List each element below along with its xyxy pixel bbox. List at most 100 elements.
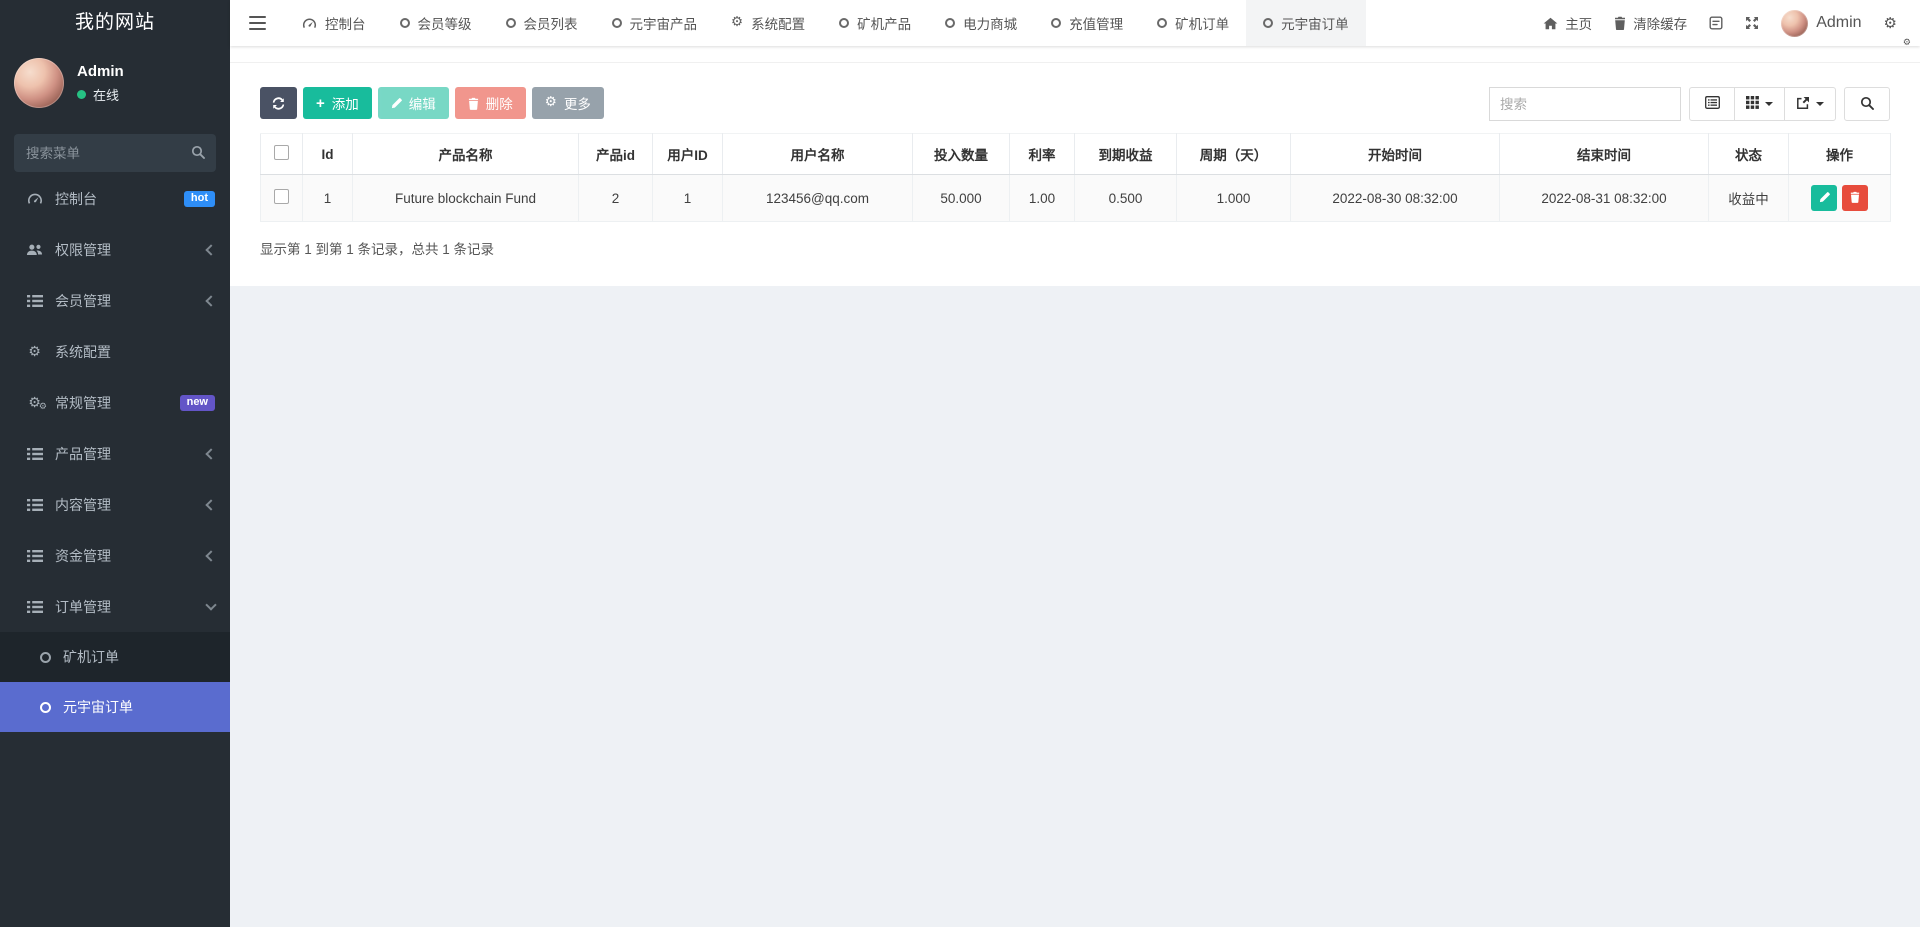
tab-power-mall[interactable]: 电力商城 <box>928 0 1034 46</box>
more-button[interactable]: ⚙ 更多 <box>532 87 604 119</box>
online-dot-icon <box>77 90 86 99</box>
table-search-input[interactable] <box>1489 87 1681 121</box>
row-actions <box>1795 185 1884 211</box>
user-status-label: 在线 <box>93 85 119 104</box>
records-summary: 显示第 1 到第 1 条记录，总共 1 条记录 <box>230 222 1920 286</box>
sidebar-item-miner-orders[interactable]: 矿机订单 <box>0 632 230 682</box>
row-delete-button[interactable] <box>1842 185 1868 211</box>
menu-search-input[interactable] <box>14 134 216 172</box>
col-profit[interactable]: 到期收益 <box>1075 134 1177 175</box>
tab-member-list[interactable]: 会员列表 <box>489 0 595 46</box>
avatar[interactable] <box>14 58 64 108</box>
col-amount[interactable]: 投入数量 <box>913 134 1010 175</box>
tab-metaverse-orders[interactable]: 元宇宙订单 <box>1246 0 1366 46</box>
table-toolbar: + 添加 编辑 删除 <box>230 63 1920 133</box>
sidebar: 我的网站 Admin 在线 控制台 hot <box>0 0 230 927</box>
search-icon <box>1860 96 1874 113</box>
gauge-icon <box>302 16 317 31</box>
caret-down-icon <box>1765 102 1773 106</box>
sidebar-item-label: 系统配置 <box>55 342 215 362</box>
sidebar-item-content[interactable]: 内容管理 <box>0 479 230 530</box>
tab-console[interactable]: 控制台 <box>285 0 383 46</box>
settings-button[interactable]: ⚙⚙ <box>1873 0 1908 46</box>
tab-miner-products[interactable]: 矿机产品 <box>822 0 928 46</box>
sidebar-item-general[interactable]: ⚙⚙ 常规管理 new <box>0 377 230 428</box>
new-badge: new <box>180 395 215 411</box>
select-all-checkbox[interactable] <box>274 145 289 160</box>
cell-actions <box>1789 175 1891 222</box>
cell-user-name: 123456@qq.com <box>723 175 913 222</box>
cell-product-name: Future blockchain Fund <box>353 175 579 222</box>
tab-label: 矿机产品 <box>857 13 911 33</box>
tab-member-level[interactable]: 会员等级 <box>383 0 489 46</box>
sidebar-item-permissions[interactable]: 权限管理 <box>0 224 230 275</box>
delete-button[interactable]: 删除 <box>455 87 526 119</box>
gears-icon: ⚙⚙ <box>25 396 44 410</box>
sidebar-item-orders[interactable]: 订单管理 <box>0 581 230 632</box>
list-icon <box>25 549 44 563</box>
gauge-icon <box>25 191 44 207</box>
user-meta: Admin 在线 <box>77 63 124 104</box>
add-label: 添加 <box>332 93 359 113</box>
tab-system-config[interactable]: ⚙ 系统配置 <box>714 0 822 46</box>
cell-profit: 0.500 <box>1075 175 1177 222</box>
col-product-id[interactable]: 产品id <box>579 134 653 175</box>
sidebar-item-console[interactable]: 控制台 hot <box>0 173 230 224</box>
advanced-search-button[interactable] <box>1844 87 1890 121</box>
detail-list-icon <box>1705 96 1720 112</box>
tab-label: 会员等级 <box>418 13 472 33</box>
trash-icon <box>1614 16 1626 30</box>
sidebar-item-system-config[interactable]: ⚙ 系统配置 <box>0 326 230 377</box>
row-checkbox[interactable] <box>274 189 289 204</box>
orders-table: Id 产品名称 产品id 用户ID 用户名称 投入数量 利率 到期收益 周期（天… <box>260 133 1891 222</box>
menu-toggle-button[interactable] <box>230 0 285 46</box>
sidebar-item-label: 控制台 <box>55 189 184 209</box>
trash-icon <box>1850 191 1860 206</box>
col-cycle-days[interactable]: 周期（天） <box>1177 134 1291 175</box>
export-button[interactable] <box>1784 87 1836 121</box>
detail-view-button[interactable] <box>1689 87 1735 121</box>
home-label: 主页 <box>1565 13 1592 33</box>
chevron-left-icon <box>205 448 216 459</box>
sidebar-item-funds[interactable]: 资金管理 <box>0 530 230 581</box>
sidebar-item-metaverse-orders[interactable]: 元宇宙订单 <box>0 682 230 732</box>
cell-amount: 50.000 <box>913 175 1010 222</box>
tab-metaverse-products[interactable]: 元宇宙产品 <box>595 0 715 46</box>
cell-cycle: 1.000 <box>1177 175 1291 222</box>
home-icon <box>1543 17 1558 30</box>
edit-button[interactable]: 编辑 <box>378 87 449 119</box>
col-user-id[interactable]: 用户ID <box>653 134 723 175</box>
col-rate[interactable]: 利率 <box>1010 134 1075 175</box>
document-icon <box>1709 16 1723 30</box>
sidebar-item-members[interactable]: 会员管理 <box>0 275 230 326</box>
col-product-name[interactable]: 产品名称 <box>353 134 579 175</box>
document-button[interactable] <box>1698 0 1734 46</box>
row-edit-button[interactable] <box>1811 185 1837 211</box>
list-icon <box>25 447 44 461</box>
col-actions: 操作 <box>1789 134 1891 175</box>
col-end-time[interactable]: 结束时间 <box>1500 134 1709 175</box>
columns-button[interactable] <box>1734 87 1785 121</box>
col-start-time[interactable]: 开始时间 <box>1291 134 1500 175</box>
sidebar-item-label: 会员管理 <box>55 291 207 311</box>
add-button[interactable]: + 添加 <box>303 87 372 119</box>
chevron-left-icon <box>205 550 216 561</box>
col-id[interactable]: Id <box>303 134 353 175</box>
list-icon <box>25 294 44 308</box>
col-user-name[interactable]: 用户名称 <box>723 134 913 175</box>
sidebar-menu: 控制台 hot 权限管理 会员管理 ⚙ 系统配置 <box>0 173 230 732</box>
sidebar-item-label: 订单管理 <box>55 597 207 617</box>
chevron-left-icon <box>205 295 216 306</box>
clear-cache-link[interactable]: 清除缓存 <box>1603 0 1698 46</box>
cell-rate: 1.00 <box>1010 175 1075 222</box>
user-panel: Admin 在线 <box>0 46 230 120</box>
sidebar-item-products[interactable]: 产品管理 <box>0 428 230 479</box>
user-menu[interactable]: Admin <box>1770 10 1872 37</box>
tab-recharge[interactable]: 充值管理 <box>1034 0 1140 46</box>
fullscreen-button[interactable] <box>1734 0 1770 46</box>
refresh-button[interactable] <box>260 87 297 119</box>
col-status[interactable]: 状态 <box>1709 134 1789 175</box>
tab-miner-orders[interactable]: 矿机订单 <box>1140 0 1246 46</box>
home-link[interactable]: 主页 <box>1532 0 1603 46</box>
more-label: 更多 <box>564 93 591 113</box>
